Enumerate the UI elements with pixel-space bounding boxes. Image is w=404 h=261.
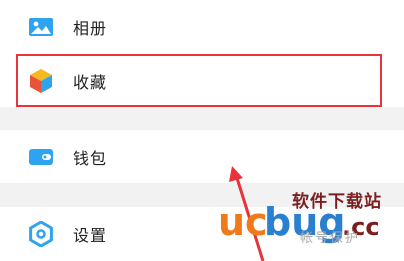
watermark-site-name: 软件下载站: [292, 192, 382, 212]
gallery-icon: [29, 18, 53, 36]
menu-group-wallet: 钱包: [0, 130, 404, 183]
menu-item-wallet[interactable]: 钱包: [0, 130, 404, 183]
menu-item-wallet-label: 钱包: [73, 148, 108, 168]
watermark: uc bug .cc 软件下载站 帐号保护: [218, 183, 404, 261]
menu-item-favorites-label: 收藏: [73, 72, 108, 92]
menu-item-settings-label: 设置: [73, 226, 108, 245]
cube-icon: [30, 68, 52, 93]
watermark-sub-text: 帐号保护: [300, 231, 361, 246]
menu-item-album-label: 相册: [73, 19, 108, 38]
menu-group-top: 相册 收藏: [0, 0, 404, 107]
gear-icon: [29, 221, 53, 247]
svg-text:uc: uc: [218, 200, 268, 244]
menu-item-album[interactable]: 相册: [0, 0, 404, 54]
menu-item-favorites[interactable]: 收藏: [0, 54, 404, 107]
wallet-icon: [29, 148, 53, 165]
